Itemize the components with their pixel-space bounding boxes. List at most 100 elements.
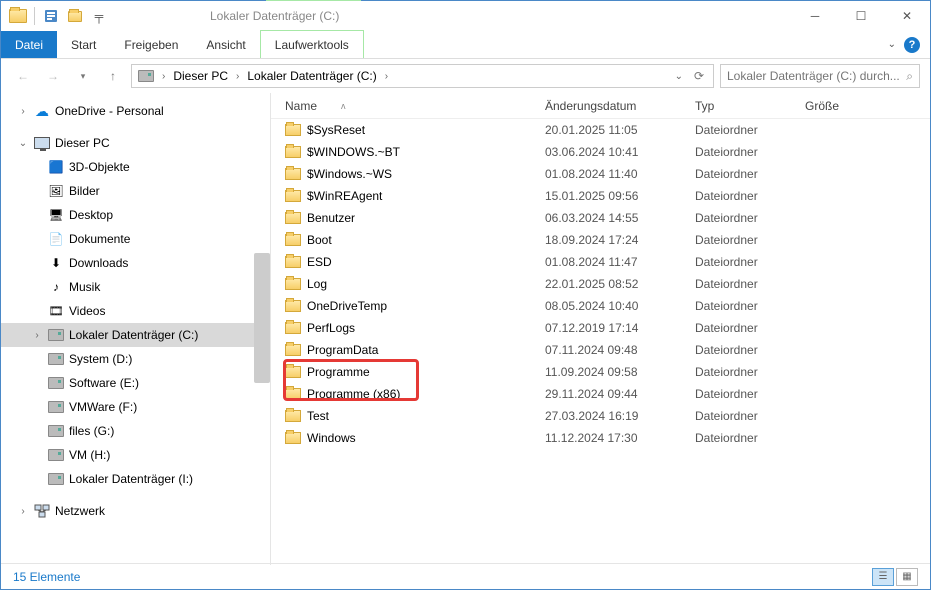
search-icon[interactable]: ⌕ bbox=[906, 69, 913, 84]
column-date[interactable]: Änderungsdatum bbox=[545, 99, 695, 113]
chevron-right-icon[interactable]: › bbox=[31, 330, 43, 341]
chevron-right-icon[interactable]: › bbox=[17, 106, 29, 117]
tree-label: Dokumente bbox=[69, 232, 130, 246]
sidebar-item[interactable]: ›Lokaler Datenträger (C:) bbox=[1, 323, 270, 347]
drive-icon bbox=[47, 351, 65, 367]
up-button[interactable]: ↑ bbox=[101, 64, 125, 88]
sidebar-item[interactable]: VMWare (F:) bbox=[1, 395, 270, 419]
sidebar-item[interactable]: files (G:) bbox=[1, 419, 270, 443]
tab-start[interactable]: Start bbox=[57, 31, 110, 58]
table-row[interactable]: Programme (x86)29.11.2024 09:44Dateiordn… bbox=[271, 383, 930, 405]
folder-icon bbox=[285, 432, 301, 444]
file-name: Programme (x86) bbox=[307, 387, 400, 401]
tab-share[interactable]: Freigeben bbox=[110, 31, 192, 58]
maximize-button[interactable]: ☐ bbox=[838, 1, 884, 31]
column-headers: Nameʌ Änderungsdatum Typ Größe bbox=[271, 93, 930, 119]
recent-dropdown-icon[interactable]: ▾ bbox=[71, 64, 95, 88]
status-bar: 15 Elemente ☰ ▦ bbox=[1, 563, 930, 589]
table-row[interactable]: $WINDOWS.~BT03.06.2024 10:41Dateiordner bbox=[271, 141, 930, 163]
drive-icon bbox=[47, 399, 65, 415]
properties-icon[interactable] bbox=[40, 5, 62, 27]
table-row[interactable]: ESD01.08.2024 11:47Dateiordner bbox=[271, 251, 930, 273]
chevron-right-icon[interactable]: › bbox=[232, 71, 243, 82]
file-date: 11.12.2024 17:30 bbox=[545, 431, 695, 445]
chevron-right-icon[interactable]: › bbox=[158, 71, 169, 82]
minimize-button[interactable]: ─ bbox=[792, 1, 838, 31]
sidebar-item[interactable]: 🎞Videos bbox=[1, 299, 270, 323]
tab-view[interactable]: Ansicht bbox=[192, 31, 259, 58]
qat-dropdown-icon[interactable]: ╤ bbox=[88, 5, 110, 27]
details-view-button[interactable]: ☰ bbox=[872, 568, 894, 586]
close-button[interactable]: ✕ bbox=[884, 1, 930, 31]
chevron-right-icon[interactable]: › bbox=[17, 506, 29, 517]
sidebar-item[interactable]: 🟦3D-Objekte bbox=[1, 155, 270, 179]
file-date: 07.12.2019 17:14 bbox=[545, 321, 695, 335]
tree-label: OneDrive - Personal bbox=[55, 104, 164, 118]
tree-network[interactable]: › Netzwerk bbox=[1, 499, 270, 523]
window-title: Lokaler Datenträger (C:) bbox=[210, 9, 339, 23]
tab-file[interactable]: Datei bbox=[1, 31, 57, 58]
tab-drive-tools[interactable]: Laufwerktools bbox=[260, 30, 364, 58]
table-row[interactable]: Programme11.09.2024 09:58Dateiordner bbox=[271, 361, 930, 383]
address-row: ← → ▾ ↑ › Dieser PC › Lokaler Datenträge… bbox=[1, 59, 930, 93]
column-type[interactable]: Typ bbox=[695, 99, 805, 113]
sidebar-item[interactable]: ♪Musik bbox=[1, 275, 270, 299]
file-type: Dateiordner bbox=[695, 409, 805, 423]
table-row[interactable]: $SysReset20.01.2025 11:05Dateiordner bbox=[271, 119, 930, 141]
folder-type-icon: ♪ bbox=[47, 279, 65, 295]
sidebar-item[interactable]: 🖥Desktop bbox=[1, 203, 270, 227]
file-name: Benutzer bbox=[307, 211, 355, 225]
table-row[interactable]: ProgramData07.11.2024 09:48Dateiordner bbox=[271, 339, 930, 361]
file-type: Dateiordner bbox=[695, 255, 805, 269]
column-name[interactable]: Nameʌ bbox=[285, 99, 545, 113]
table-row[interactable]: Benutzer06.03.2024 14:55Dateiordner bbox=[271, 207, 930, 229]
table-row[interactable]: Boot18.09.2024 17:24Dateiordner bbox=[271, 229, 930, 251]
table-row[interactable]: PerfLogs07.12.2019 17:14Dateiordner bbox=[271, 317, 930, 339]
file-type: Dateiordner bbox=[695, 167, 805, 181]
tree-label: System (D:) bbox=[69, 352, 132, 366]
file-date: 06.03.2024 14:55 bbox=[545, 211, 695, 225]
file-date: 08.05.2024 10:40 bbox=[545, 299, 695, 313]
address-bar[interactable]: › Dieser PC › Lokaler Datenträger (C:) ›… bbox=[131, 64, 714, 88]
breadcrumb-pc[interactable]: Dieser PC bbox=[169, 65, 232, 87]
table-row[interactable]: $WinREAgent15.01.2025 09:56Dateiordner bbox=[271, 185, 930, 207]
table-row[interactable]: Windows11.12.2024 17:30Dateiordner bbox=[271, 427, 930, 449]
file-type: Dateiordner bbox=[695, 123, 805, 137]
chevron-down-icon[interactable]: ⌄ bbox=[17, 138, 29, 149]
chevron-down-icon[interactable]: ⌄ bbox=[888, 39, 896, 50]
thumbnails-view-button[interactable]: ▦ bbox=[896, 568, 918, 586]
sidebar-item[interactable]: 🖼Bilder bbox=[1, 179, 270, 203]
file-type: Dateiordner bbox=[695, 365, 805, 379]
sidebar-item[interactable]: ⬇Downloads bbox=[1, 251, 270, 275]
tree-onedrive[interactable]: › ☁ OneDrive - Personal bbox=[1, 99, 270, 123]
folder-small-icon[interactable] bbox=[64, 5, 86, 27]
scrollbar-thumb[interactable] bbox=[254, 253, 270, 383]
history-dropdown-icon[interactable]: ⌄ bbox=[671, 71, 687, 82]
file-type: Dateiordner bbox=[695, 277, 805, 291]
column-size[interactable]: Größe bbox=[805, 99, 930, 113]
table-row[interactable]: Log22.01.2025 08:52Dateiordner bbox=[271, 273, 930, 295]
sidebar-item[interactable]: VM (H:) bbox=[1, 443, 270, 467]
chevron-right-icon[interactable]: › bbox=[381, 71, 392, 82]
folder-type-icon: 📄 bbox=[47, 231, 65, 247]
search-box[interactable]: ⌕ bbox=[720, 64, 920, 88]
tree-this-pc[interactable]: ⌄ Dieser PC bbox=[1, 131, 270, 155]
sidebar-item[interactable]: System (D:) bbox=[1, 347, 270, 371]
refresh-icon[interactable]: ⟳ bbox=[687, 64, 711, 88]
sort-asc-icon: ʌ bbox=[341, 101, 346, 111]
file-type: Dateiordner bbox=[695, 299, 805, 313]
computer-icon bbox=[33, 135, 51, 151]
search-input[interactable] bbox=[727, 69, 906, 83]
sidebar-item[interactable]: Software (E:) bbox=[1, 371, 270, 395]
table-row[interactable]: Test27.03.2024 16:19Dateiordner bbox=[271, 405, 930, 427]
back-button[interactable]: ← bbox=[11, 64, 35, 88]
sidebar-item[interactable]: Lokaler Datenträger (I:) bbox=[1, 467, 270, 491]
drive-glyph-icon[interactable] bbox=[134, 65, 158, 87]
table-row[interactable]: $Windows.~WS01.08.2024 11:40Dateiordner bbox=[271, 163, 930, 185]
help-icon[interactable]: ? bbox=[904, 37, 920, 53]
quick-access-toolbar: ╤ bbox=[7, 5, 110, 27]
forward-button[interactable]: → bbox=[41, 64, 65, 88]
sidebar-item[interactable]: 📄 Dokumente bbox=[1, 227, 270, 251]
breadcrumb-drive[interactable]: Lokaler Datenträger (C:) bbox=[243, 65, 380, 87]
table-row[interactable]: OneDriveTemp08.05.2024 10:40Dateiordner bbox=[271, 295, 930, 317]
